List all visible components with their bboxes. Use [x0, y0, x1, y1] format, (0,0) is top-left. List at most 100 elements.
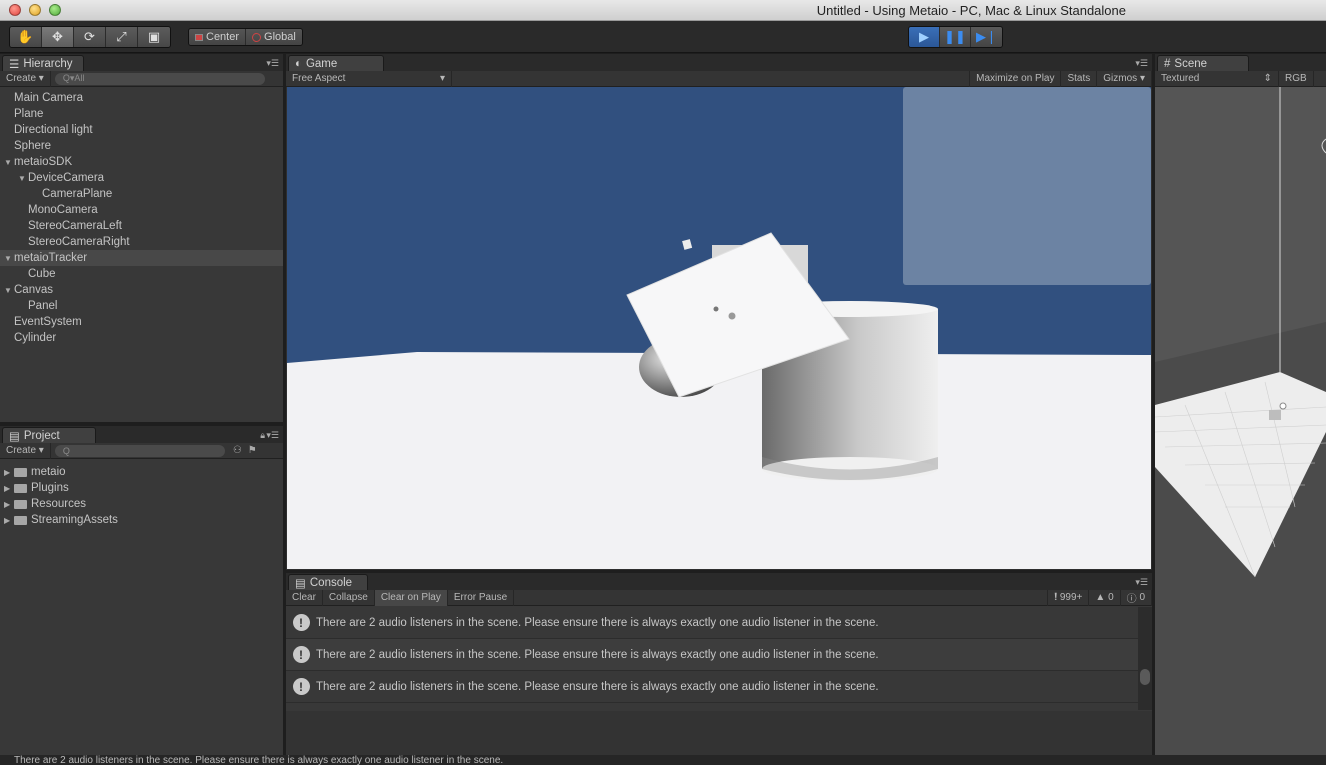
hierarchy-tab-label: Hierarchy [23, 57, 73, 70]
rotate-tool-button[interactable]: ⟳ [74, 27, 106, 47]
pause-button[interactable]: ❚❚ [940, 27, 971, 47]
hierarchy-item[interactable]: Sphere [0, 138, 283, 154]
tab-scene[interactable]: # Scene [1157, 55, 1249, 71]
hierarchy-item-label: metaioSDK [14, 156, 73, 168]
expand-arrow-icon[interactable]: ▼ [4, 286, 13, 295]
folder-icon [14, 515, 27, 525]
console-error-pause-toggle[interactable]: Error Pause [448, 589, 515, 606]
folder-label: Resources [31, 498, 86, 510]
tiny-sphere-b [728, 312, 736, 320]
console-scrollbar[interactable] [1138, 607, 1152, 710]
rect-icon: ▣ [147, 29, 161, 44]
hierarchy-item[interactable]: Panel [0, 298, 283, 314]
hierarchy-item-label: DeviceCamera [28, 172, 105, 184]
hierarchy-item-label: Plane [14, 108, 44, 120]
expand-arrow-icon[interactable]: ▼ [18, 174, 27, 183]
hierarchy-item[interactable]: StereoCameraRight [0, 234, 283, 250]
render-mode-toggle[interactable]: RGB [1279, 70, 1314, 87]
hierarchy-item[interactable]: MonoCamera [0, 202, 283, 218]
panel-menu-icon[interactable]: ▾☰ [266, 58, 279, 69]
console-clear-button[interactable]: Clear [286, 589, 323, 606]
stats-toggle[interactable]: Stats [1061, 70, 1098, 87]
scene-icon: # [1164, 57, 1171, 70]
hierarchy-item[interactable]: Main Camera [0, 90, 283, 106]
hierarchy-item-label: Cylinder [14, 332, 57, 344]
console-message[interactable]: ! There are 2 audio listeners in the sce… [286, 607, 1138, 639]
game-viewport[interactable] [287, 87, 1151, 569]
console-clear-on-play-toggle[interactable]: Clear on Play [374, 589, 448, 606]
error-count: 999+ [1059, 592, 1083, 603]
console-message-text: There are 2 audio listeners in the scene… [316, 648, 879, 661]
tab-game[interactable]: ◐ Game [288, 55, 384, 71]
tab-console[interactable]: ▤ Console [288, 574, 368, 590]
hierarchy-item[interactable]: ▼ metaioTracker [0, 250, 283, 266]
hierarchy-item[interactable]: CameraPlane [0, 186, 283, 202]
hierarchy-item[interactable]: ▼ metaioSDK [0, 154, 283, 170]
status-bar[interactable]: There are 2 audio listeners in the scene… [0, 755, 1326, 765]
scene-viewport[interactable] [1155, 87, 1326, 755]
hierarchy-item[interactable]: Directional light [0, 122, 283, 138]
hierarchy-item[interactable]: ▼ DeviceCamera [0, 170, 283, 186]
info-icon: ⓘ [1126, 594, 1137, 605]
filter-by-label-icon[interactable]: ⚑ [248, 445, 257, 456]
move-tool-button[interactable]: ✥ [42, 27, 74, 47]
console-collapse-toggle[interactable]: Collapse [323, 589, 375, 606]
log-count: 0 [1139, 592, 1145, 603]
hierarchy-create-button[interactable]: Create ▾ [0, 70, 51, 87]
project-create-button[interactable]: Create ▾ [0, 442, 51, 459]
filter-by-type-icon[interactable]: ⚇ [233, 445, 242, 456]
console-log-filter[interactable]: ⓘ 0 [1121, 589, 1152, 606]
game-render [287, 87, 1151, 569]
expand-arrow-icon[interactable]: ▶ [4, 468, 13, 477]
hierarchy-item-label: EventSystem [14, 316, 82, 328]
scene-tabbar: # Scene [1155, 54, 1326, 71]
rect-tool-button[interactable]: ▣ [138, 27, 170, 47]
lock-icon[interactable]: 🔒︎ [260, 430, 265, 441]
hierarchy-item[interactable]: ▼ Canvas [0, 282, 283, 298]
game-toolbar: Free Aspect ▾ Maximize on Play Stats Gizm… [286, 70, 1152, 87]
panel-menu-icon[interactable]: ▾☰ [1135, 58, 1148, 69]
console-error-filter[interactable]: ❗︎ 999+ [1047, 589, 1090, 606]
expand-arrow-icon[interactable]: ▶ [4, 484, 13, 493]
expand-arrow-icon[interactable]: ▶ [4, 516, 13, 525]
pivot-center-toggle[interactable]: Center [189, 29, 247, 45]
scrollbar-thumb[interactable] [1140, 669, 1150, 685]
step-button[interactable]: ▶❘ [971, 27, 1002, 47]
scale-tool-button[interactable]: ⤢ [106, 27, 138, 47]
hierarchy-item-label: Sphere [14, 140, 52, 152]
hierarchy-item[interactable]: EventSystem [0, 314, 283, 330]
play-button[interactable]: ▶ [909, 27, 940, 47]
panel-menu-icon[interactable]: ▾☰ [1135, 577, 1148, 588]
pivot-center-label: Center [206, 31, 240, 43]
project-folder[interactable]: ▶ StreamingAssets [0, 512, 283, 528]
console-warning-filter[interactable]: ▲ 0 [1089, 589, 1121, 606]
hand-tool-button[interactable]: ✋ [10, 27, 42, 47]
project-folder[interactable]: ▶ Resources [0, 496, 283, 512]
panel-menu-icon[interactable]: ▾☰ [266, 430, 279, 441]
hierarchy-item[interactable]: Cube [0, 266, 283, 282]
transform-tools: ✋ ✥ ⟳ ⤢ ▣ [9, 26, 171, 48]
project-folder[interactable]: ▶ metaio [0, 464, 283, 480]
maximize-on-play-toggle[interactable]: Maximize on Play [969, 70, 1062, 87]
project-folder[interactable]: ▶ Plugins [0, 480, 283, 496]
shading-mode-dropdown[interactable]: Textured ⇕ [1155, 70, 1279, 87]
tab-project[interactable]: ▤ Project [2, 427, 96, 443]
hierarchy-search-input[interactable]: Q▾All [54, 72, 265, 85]
tab-hierarchy[interactable]: ☰ Hierarchy [2, 55, 84, 71]
hierarchy-item[interactable]: Cylinder [0, 330, 283, 346]
aspect-dropdown[interactable]: Free Aspect ▾ [286, 70, 452, 87]
expand-arrow-icon[interactable]: ▼ [4, 158, 13, 167]
gizmos-toggle[interactable]: Gizmos ▾ [1097, 70, 1152, 87]
ground-plane [287, 352, 1151, 569]
hierarchy-item-label: MonoCamera [28, 204, 98, 216]
scene-panel: # Scene Textured ⇕ RGB [1155, 54, 1326, 755]
console-message[interactable]: ! There are 2 audio listeners in the sce… [286, 671, 1138, 703]
hierarchy-item[interactable]: Plane [0, 106, 283, 122]
pivot-global-toggle[interactable]: Global [246, 29, 302, 45]
console-tab-label: Console [309, 576, 353, 589]
expand-arrow-icon[interactable]: ▶ [4, 500, 13, 509]
hierarchy-item[interactable]: StereoCameraLeft [0, 218, 283, 234]
expand-arrow-icon[interactable]: ▼ [4, 254, 13, 263]
project-search-input[interactable]: Q [54, 444, 225, 457]
console-message[interactable]: ! There are 2 audio listeners in the sce… [286, 639, 1138, 671]
